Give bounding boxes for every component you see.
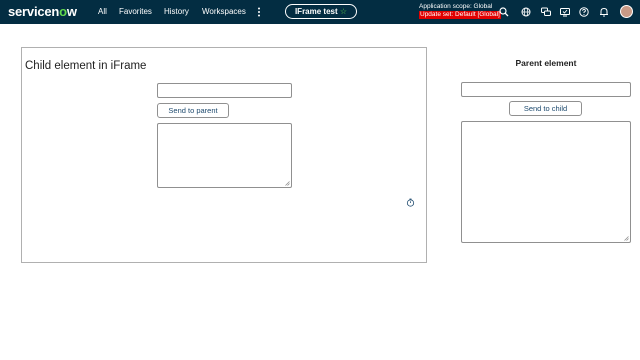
context-pill[interactable]: IFrame test ☆	[285, 4, 357, 19]
nav-history[interactable]: History	[164, 7, 189, 16]
child-title: Child element in iFrame	[25, 60, 147, 72]
send-to-child-button[interactable]: Send to child	[509, 101, 582, 116]
send-to-parent-button[interactable]: Send to parent	[157, 103, 229, 118]
resize-grip-icon[interactable]	[285, 181, 290, 186]
avatar[interactable]	[620, 5, 633, 18]
child-message-textarea[interactable]	[157, 123, 292, 188]
top-navigation-bar: servicenow All Favorites History Workspa…	[0, 0, 640, 24]
bell-icon[interactable]	[598, 6, 610, 18]
parent-message-textarea[interactable]	[461, 121, 631, 243]
resize-grip-icon[interactable]	[624, 236, 629, 241]
context-pill-label: IFrame test	[294, 7, 338, 16]
more-vertical-icon[interactable]	[253, 6, 265, 18]
child-message-input[interactable]	[157, 83, 292, 98]
timer-icon	[406, 198, 415, 207]
parent-message-input[interactable]	[461, 82, 631, 97]
application-scope: Application scope: Global	[419, 3, 493, 10]
star-icon[interactable]: ☆	[340, 7, 347, 16]
search-icon[interactable]	[498, 6, 510, 18]
update-set-badge: Update set: Default [Global]	[419, 11, 501, 19]
nav-workspaces[interactable]: Workspaces	[202, 7, 246, 16]
servicenow-logo[interactable]: servicenow	[8, 4, 77, 19]
parent-title: Parent element	[515, 58, 577, 68]
chat-icon[interactable]	[540, 6, 552, 18]
screen-icon[interactable]	[559, 6, 571, 18]
nav-all[interactable]: All	[98, 7, 107, 16]
scope-info[interactable]: Application scope: Global Update set: De…	[419, 3, 501, 19]
globe-icon[interactable]	[520, 6, 532, 18]
help-icon[interactable]	[578, 6, 590, 18]
nav-favorites[interactable]: Favorites	[119, 7, 152, 16]
